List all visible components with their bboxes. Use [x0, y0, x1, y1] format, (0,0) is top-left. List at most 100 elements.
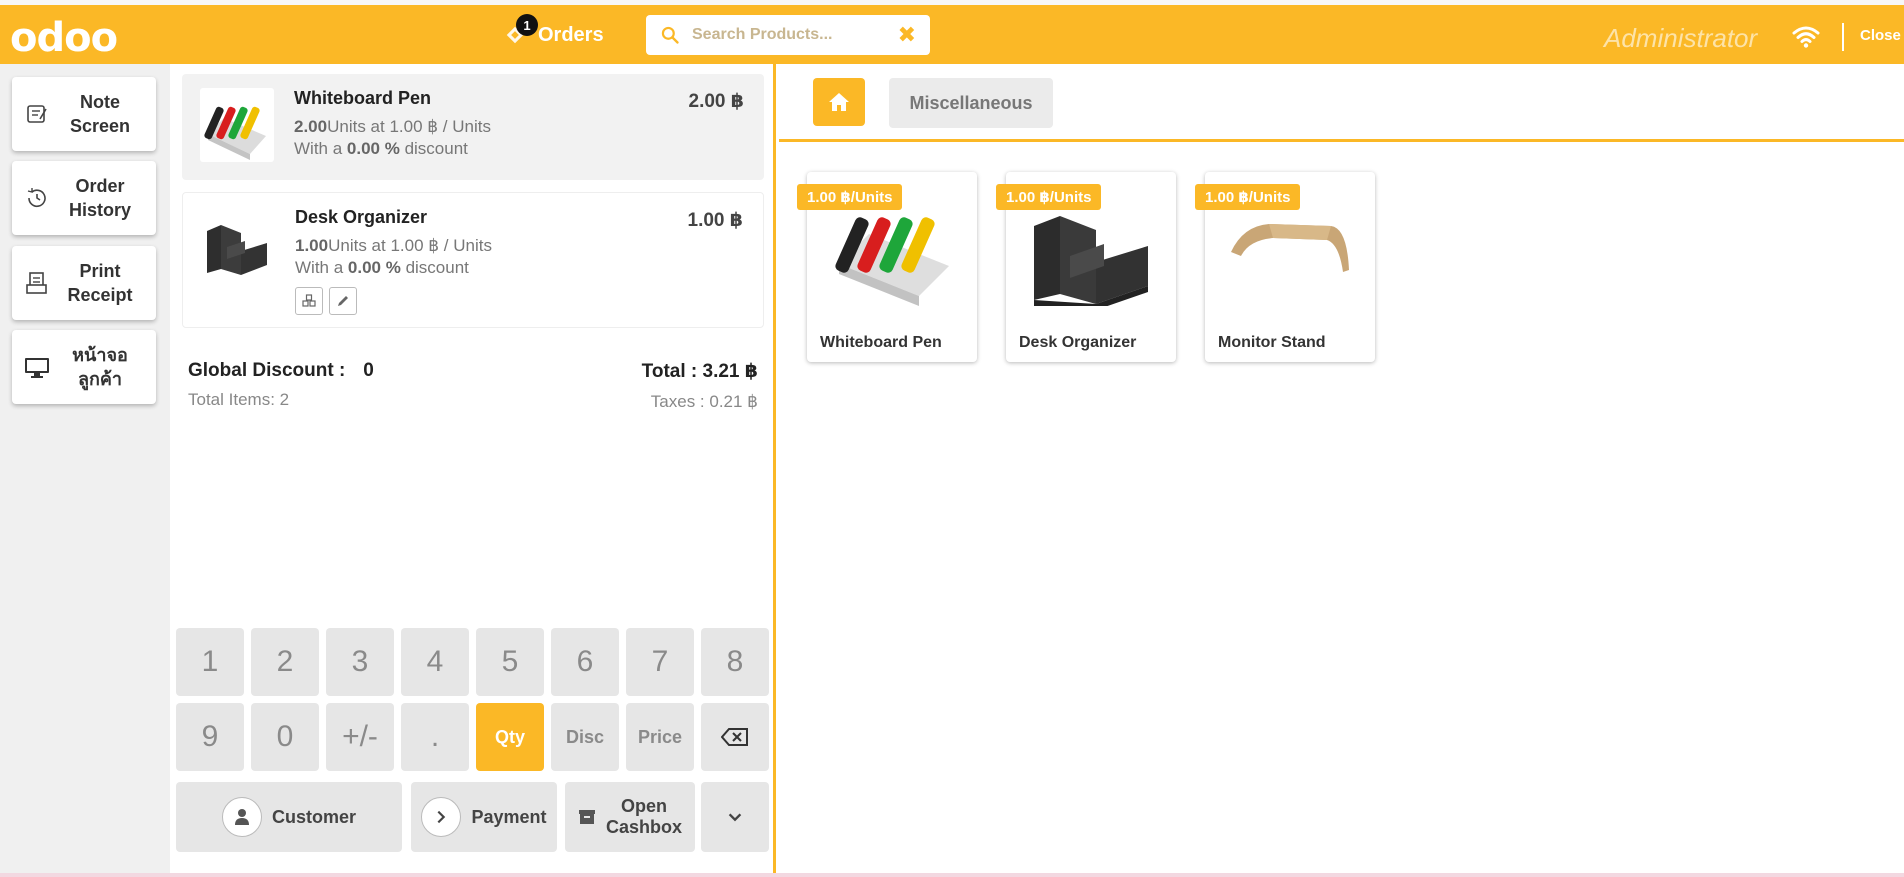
pencil-icon: [338, 296, 348, 306]
note-screen-label-1: Note: [80, 92, 120, 112]
product-screen: Miscellaneous 1.00 ฿/Units Whiteboard Pe…: [779, 64, 1904, 877]
numpad-key-2[interactable]: 2: [251, 628, 319, 696]
note-screen-label-2: Screen: [69, 116, 131, 136]
orderline-price: 2.00 ฿: [688, 91, 744, 112]
combo-button[interactable]: [295, 287, 323, 315]
numpad-key-7[interactable]: 7: [626, 628, 694, 696]
print-receipt-button[interactable]: Print Receipt: [12, 246, 156, 320]
receipt-icon: [26, 272, 47, 294]
home-category-button[interactable]: [813, 78, 865, 126]
orderline-name: Whiteboard Pen: [294, 88, 432, 108]
print-receipt-label-2: Receipt: [67, 285, 133, 305]
print-receipt-label-1: Print: [79, 261, 121, 281]
product-search-box: ✖: [646, 15, 930, 55]
history-icon: [27, 188, 46, 208]
whiteboard-pen-thumbnail: [200, 88, 274, 162]
product-card-monitor-stand[interactable]: 1.00 ฿/Units Monitor Stand: [1195, 172, 1375, 362]
total-items: Total Items: 2: [188, 390, 290, 409]
payment-button[interactable]: Payment: [411, 782, 557, 852]
numpad-mode-qty[interactable]: Qty: [476, 703, 544, 771]
orderline-discount-prefix: With a: [295, 258, 348, 277]
chevron-right-icon: [421, 797, 462, 837]
bottom-edge: [0, 873, 1904, 877]
customer-label: Customer: [271, 806, 356, 827]
orderline-discount: 0.00 %: [346, 139, 400, 158]
orders-button[interactable]: 1 Orders: [504, 14, 604, 53]
product-name: Whiteboard Pen: [820, 334, 942, 351]
header-divider: [1842, 23, 1844, 51]
product-price-tag: 1.00 ฿/Units: [996, 184, 1102, 210]
payment-label: Payment: [471, 806, 547, 827]
numpad-key-8[interactable]: 8: [701, 628, 769, 696]
numpad-key-6[interactable]: 6: [551, 628, 619, 696]
orderline-price: 1.00 ฿: [687, 210, 743, 231]
chevron-down-icon: [728, 813, 742, 822]
order-taxes: Taxes : 0.21 ฿: [650, 392, 758, 411]
user-icon: [221, 797, 262, 837]
close-button[interactable]: Close: [1860, 27, 1901, 44]
orderline-name: Desk Organizer: [295, 207, 428, 227]
desk-organizer-thumbnail: [201, 207, 275, 281]
archive-icon: [578, 810, 595, 824]
numpad-key-9[interactable]: 9: [176, 703, 244, 771]
numpad-key-1[interactable]: 1: [176, 628, 244, 696]
orderline-qty: 2.00: [294, 117, 328, 136]
cashbox-label-2: Cashbox: [605, 817, 683, 837]
global-discount-label: Global Discount :: [188, 360, 346, 381]
order-history-label-2: History: [68, 200, 131, 220]
customer-display-button[interactable]: หน้าจอ ลูกค้า: [12, 330, 156, 404]
orders-label: Orders: [538, 23, 604, 46]
cashbox-label-1: Open: [620, 796, 667, 816]
edit-note-button[interactable]: [329, 287, 357, 315]
orders-count-badge: 1: [516, 14, 538, 36]
numpad-key-0[interactable]: 0: [251, 703, 319, 771]
control-buttons-panel: Note Screen Order History Print Receipt หน้…: [0, 64, 170, 877]
wifi-icon[interactable]: [1792, 25, 1820, 49]
product-card-whiteboard-pen[interactable]: 1.00 ฿/Units Whiteboard Pen: [797, 172, 977, 362]
category-miscellaneous[interactable]: Miscellaneous: [889, 78, 1053, 128]
product-price-tag: 1.00 ฿/Units: [797, 184, 903, 210]
orderline-discount-suffix: discount: [399, 139, 468, 158]
global-discount: Global Discount : 0: [188, 360, 374, 382]
product-name: Monitor Stand: [1218, 334, 1326, 351]
order-history-button[interactable]: Order History: [12, 161, 156, 235]
numpad-mode-disc[interactable]: Disc: [551, 703, 619, 771]
orderline-discount-prefix: With a: [294, 139, 347, 158]
note-screen-button[interactable]: Note Screen: [12, 77, 156, 151]
product-price-tag: 1.00 ฿/Units: [1195, 184, 1301, 210]
odoo-logo: odoo: [10, 15, 118, 61]
search-icon: [661, 26, 679, 44]
customer-button[interactable]: Customer: [176, 782, 402, 852]
clear-search-icon[interactable]: ✖: [898, 22, 916, 48]
numpad-key-plus-minus[interactable]: +/-: [326, 703, 394, 771]
numpad-key-5[interactable]: 5: [476, 628, 544, 696]
numpad-backspace-button[interactable]: [701, 703, 769, 771]
ticket-icon: 1: [504, 14, 538, 46]
orderline-desk-organizer[interactable]: Desk Organizer 1.00 ฿ 1.00Units at 1.00 …: [182, 192, 764, 328]
orderline-qty: 1.00: [295, 236, 329, 255]
product-name: Desk Organizer: [1019, 334, 1137, 351]
orderline-unit: Units at 1.00 ฿ / Units: [328, 236, 492, 255]
numpad-mode-price[interactable]: Price: [626, 703, 694, 771]
orderline-discount-suffix: discount: [400, 258, 469, 277]
more-actions-button[interactable]: [701, 782, 769, 852]
customer-display-label-1: หน้าจอ: [72, 345, 128, 365]
open-cashbox-button[interactable]: Open Cashbox: [565, 782, 695, 852]
numpad-key-3[interactable]: 3: [326, 628, 394, 696]
product-card-desk-organizer[interactable]: 1.00 ฿/Units Desk Organizer: [996, 172, 1176, 362]
top-bar: odoo 1 Orders ✖ Administrator Close: [0, 0, 1904, 64]
cashier-name[interactable]: Administrator: [1604, 23, 1757, 54]
numpad-key-dot[interactable]: .: [401, 703, 469, 771]
note-icon: [27, 105, 47, 123]
backspace-icon: [721, 728, 748, 746]
orderline-info: 2.00Units at 1.00 ฿ / Units With a 0.00 …: [294, 116, 491, 160]
category-bar: Miscellaneous: [779, 64, 1904, 142]
orderline-actions: [295, 287, 357, 315]
numpad-key-4[interactable]: 4: [401, 628, 469, 696]
cubes-icon: [302, 294, 316, 307]
search-input[interactable]: [692, 26, 892, 44]
monitor-icon: [25, 358, 49, 378]
order-history-label-1: Order: [75, 176, 125, 196]
orderline-whiteboard-pen[interactable]: Whiteboard Pen 2.00 ฿ 2.00Units at 1.00 …: [182, 74, 764, 180]
orderline-discount: 0.00 %: [347, 258, 401, 277]
